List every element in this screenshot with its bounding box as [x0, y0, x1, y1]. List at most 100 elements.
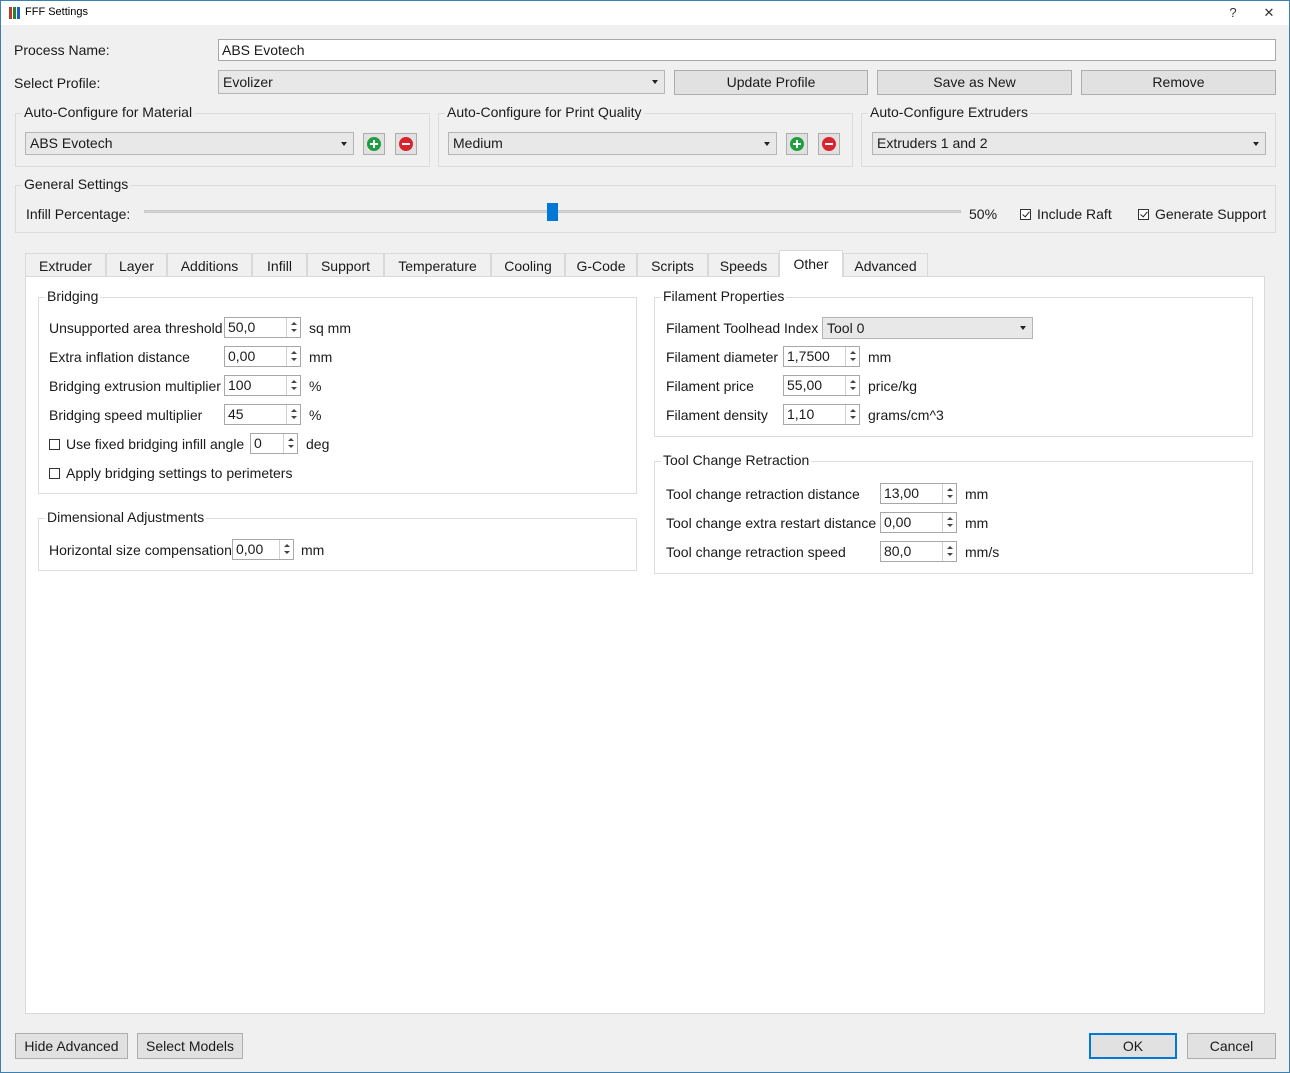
- bridging-speed-spinbox[interactable]: 45: [224, 404, 301, 425]
- chevron-down-icon: [1253, 141, 1259, 146]
- material-select[interactable]: ABS Evotech: [25, 132, 354, 155]
- extruders-select-value: Extruders 1 and 2: [877, 135, 988, 151]
- tab-other[interactable]: Other: [779, 250, 843, 277]
- filament-price-spinbox[interactable]: 55,00: [783, 375, 860, 396]
- tab-scripts[interactable]: Scripts: [637, 253, 708, 277]
- tool-change-restart-label: Tool change extra restart distance: [666, 515, 877, 531]
- plus-circle-icon: [367, 137, 381, 151]
- cancel-button[interactable]: Cancel: [1187, 1033, 1276, 1059]
- window-title: FFF Settings: [25, 6, 88, 18]
- select-models-button[interactable]: Select Models: [137, 1033, 243, 1059]
- unsupported-area-spinbox[interactable]: 50,0: [224, 317, 301, 338]
- bridging-extrusion-value: 100: [228, 377, 252, 393]
- fixed-bridging-angle-checkbox[interactable]: Use fixed bridging infill angle: [49, 436, 244, 452]
- tab-gcode[interactable]: G-Code: [565, 253, 637, 277]
- include-raft-label: Include Raft: [1037, 206, 1112, 222]
- fixed-bridging-angle-spinbox[interactable]: 0: [250, 433, 298, 454]
- tool-change-speed-unit: mm/s: [965, 544, 1000, 560]
- save-as-new-button[interactable]: Save as New: [877, 70, 1072, 95]
- filament-density-value: 1,10: [787, 406, 815, 422]
- extruders-select[interactable]: Extruders 1 and 2: [872, 132, 1266, 155]
- plus-circle-icon: [790, 137, 804, 151]
- filament-properties-title: Filament Properties: [661, 288, 787, 304]
- tool-change-restart-spinbox[interactable]: 0,00: [880, 512, 957, 533]
- bridging-speed-unit: %: [309, 407, 322, 423]
- process-name-input[interactable]: ABS Evotech: [218, 39, 1276, 61]
- select-profile-label: Select Profile:: [14, 75, 101, 91]
- filament-toolhead-select[interactable]: Tool 0: [822, 317, 1033, 339]
- filament-density-label: Filament density: [666, 407, 768, 423]
- add-material-button[interactable]: [363, 133, 385, 155]
- spin-arrows-icon[interactable]: [286, 347, 300, 366]
- checkbox-icon: [1138, 209, 1149, 220]
- title-bar: FFF Settings ? ✕: [1, 1, 1289, 25]
- add-quality-button[interactable]: [786, 133, 808, 155]
- bridging-extrusion-spinbox[interactable]: 100: [224, 375, 301, 396]
- quality-select[interactable]: Medium: [448, 132, 777, 155]
- profile-select[interactable]: Evolizer: [218, 70, 665, 94]
- generate-support-checkbox[interactable]: Generate Support: [1138, 206, 1266, 222]
- checkbox-icon: [49, 439, 60, 450]
- spin-arrows-icon[interactable]: [942, 513, 956, 532]
- spin-arrows-icon[interactable]: [286, 318, 300, 337]
- filament-toolhead-label: Filament Toolhead Index: [666, 320, 819, 336]
- filament-toolhead-value: Tool 0: [827, 320, 865, 336]
- spin-arrows-icon[interactable]: [942, 542, 956, 561]
- extra-inflation-spinbox[interactable]: 0,00: [224, 346, 301, 367]
- filament-density-spinbox[interactable]: 1,10: [783, 404, 860, 425]
- tab-temperature[interactable]: Temperature: [384, 253, 491, 277]
- extra-inflation-value: 0,00: [228, 348, 256, 364]
- bridging-speed-value: 45: [228, 406, 244, 422]
- spin-arrows-icon[interactable]: [942, 484, 956, 503]
- spin-arrows-icon[interactable]: [279, 540, 293, 559]
- filament-diameter-value: 1,7500: [787, 348, 830, 364]
- filament-diameter-label: Filament diameter: [666, 349, 779, 365]
- include-raft-checkbox[interactable]: Include Raft: [1020, 206, 1112, 222]
- tool-change-speed-spinbox[interactable]: 80,0: [880, 541, 957, 562]
- help-button[interactable]: ?: [1215, 1, 1251, 25]
- tool-change-restart-unit: mm: [965, 515, 989, 531]
- filament-price-label: Filament price: [666, 378, 754, 394]
- tab-cooling[interactable]: Cooling: [491, 253, 565, 277]
- spin-arrows-icon[interactable]: [286, 376, 300, 395]
- tool-change-distance-spinbox[interactable]: 13,00: [880, 483, 957, 504]
- spin-arrows-icon[interactable]: [845, 376, 859, 395]
- hide-advanced-button[interactable]: Hide Advanced: [15, 1033, 128, 1059]
- tab-layer[interactable]: Layer: [106, 253, 167, 277]
- close-button[interactable]: ✕: [1251, 1, 1287, 25]
- extra-inflation-unit: mm: [309, 349, 333, 365]
- remove-quality-button[interactable]: [818, 133, 840, 155]
- unsupported-area-label: Unsupported area threshold: [49, 320, 223, 336]
- tab-additions[interactable]: Additions: [167, 253, 252, 277]
- bridging-perimeters-checkbox[interactable]: Apply bridging settings to perimeters: [49, 465, 292, 481]
- spin-arrows-icon[interactable]: [845, 405, 859, 424]
- infill-percentage-label: Infill Percentage:: [26, 206, 131, 222]
- tool-change-distance-value: 13,00: [884, 485, 920, 501]
- fixed-bridging-angle-value: 0: [254, 435, 262, 451]
- tab-infill[interactable]: Infill: [252, 253, 307, 277]
- general-settings-title: General Settings: [22, 176, 131, 192]
- infill-slider-handle[interactable]: [547, 203, 558, 221]
- tab-speeds[interactable]: Speeds: [708, 253, 779, 277]
- filament-price-value: 55,00: [787, 377, 823, 393]
- filament-diameter-unit: mm: [868, 349, 892, 365]
- update-profile-button[interactable]: Update Profile: [674, 70, 868, 95]
- filament-diameter-spinbox[interactable]: 1,7500: [783, 346, 860, 367]
- horizontal-size-spinbox[interactable]: 0,00: [232, 539, 294, 560]
- fixed-bridging-angle-unit: deg: [306, 436, 330, 452]
- app-logo-icon: [9, 7, 20, 19]
- tab-extruder[interactable]: Extruder: [25, 253, 106, 277]
- minus-circle-icon: [822, 137, 836, 151]
- material-select-value: ABS Evotech: [30, 135, 113, 151]
- tab-advanced[interactable]: Advanced: [843, 253, 928, 277]
- ok-button[interactable]: OK: [1089, 1033, 1177, 1059]
- remove-material-button[interactable]: [395, 133, 417, 155]
- spin-arrows-icon[interactable]: [283, 434, 297, 453]
- remove-profile-button[interactable]: Remove: [1081, 70, 1276, 95]
- extra-inflation-label: Extra inflation distance: [49, 349, 190, 365]
- quality-select-value: Medium: [453, 135, 503, 151]
- horizontal-size-value: 0,00: [236, 541, 264, 557]
- tab-support[interactable]: Support: [307, 253, 384, 277]
- spin-arrows-icon[interactable]: [845, 347, 859, 366]
- spin-arrows-icon[interactable]: [286, 405, 300, 424]
